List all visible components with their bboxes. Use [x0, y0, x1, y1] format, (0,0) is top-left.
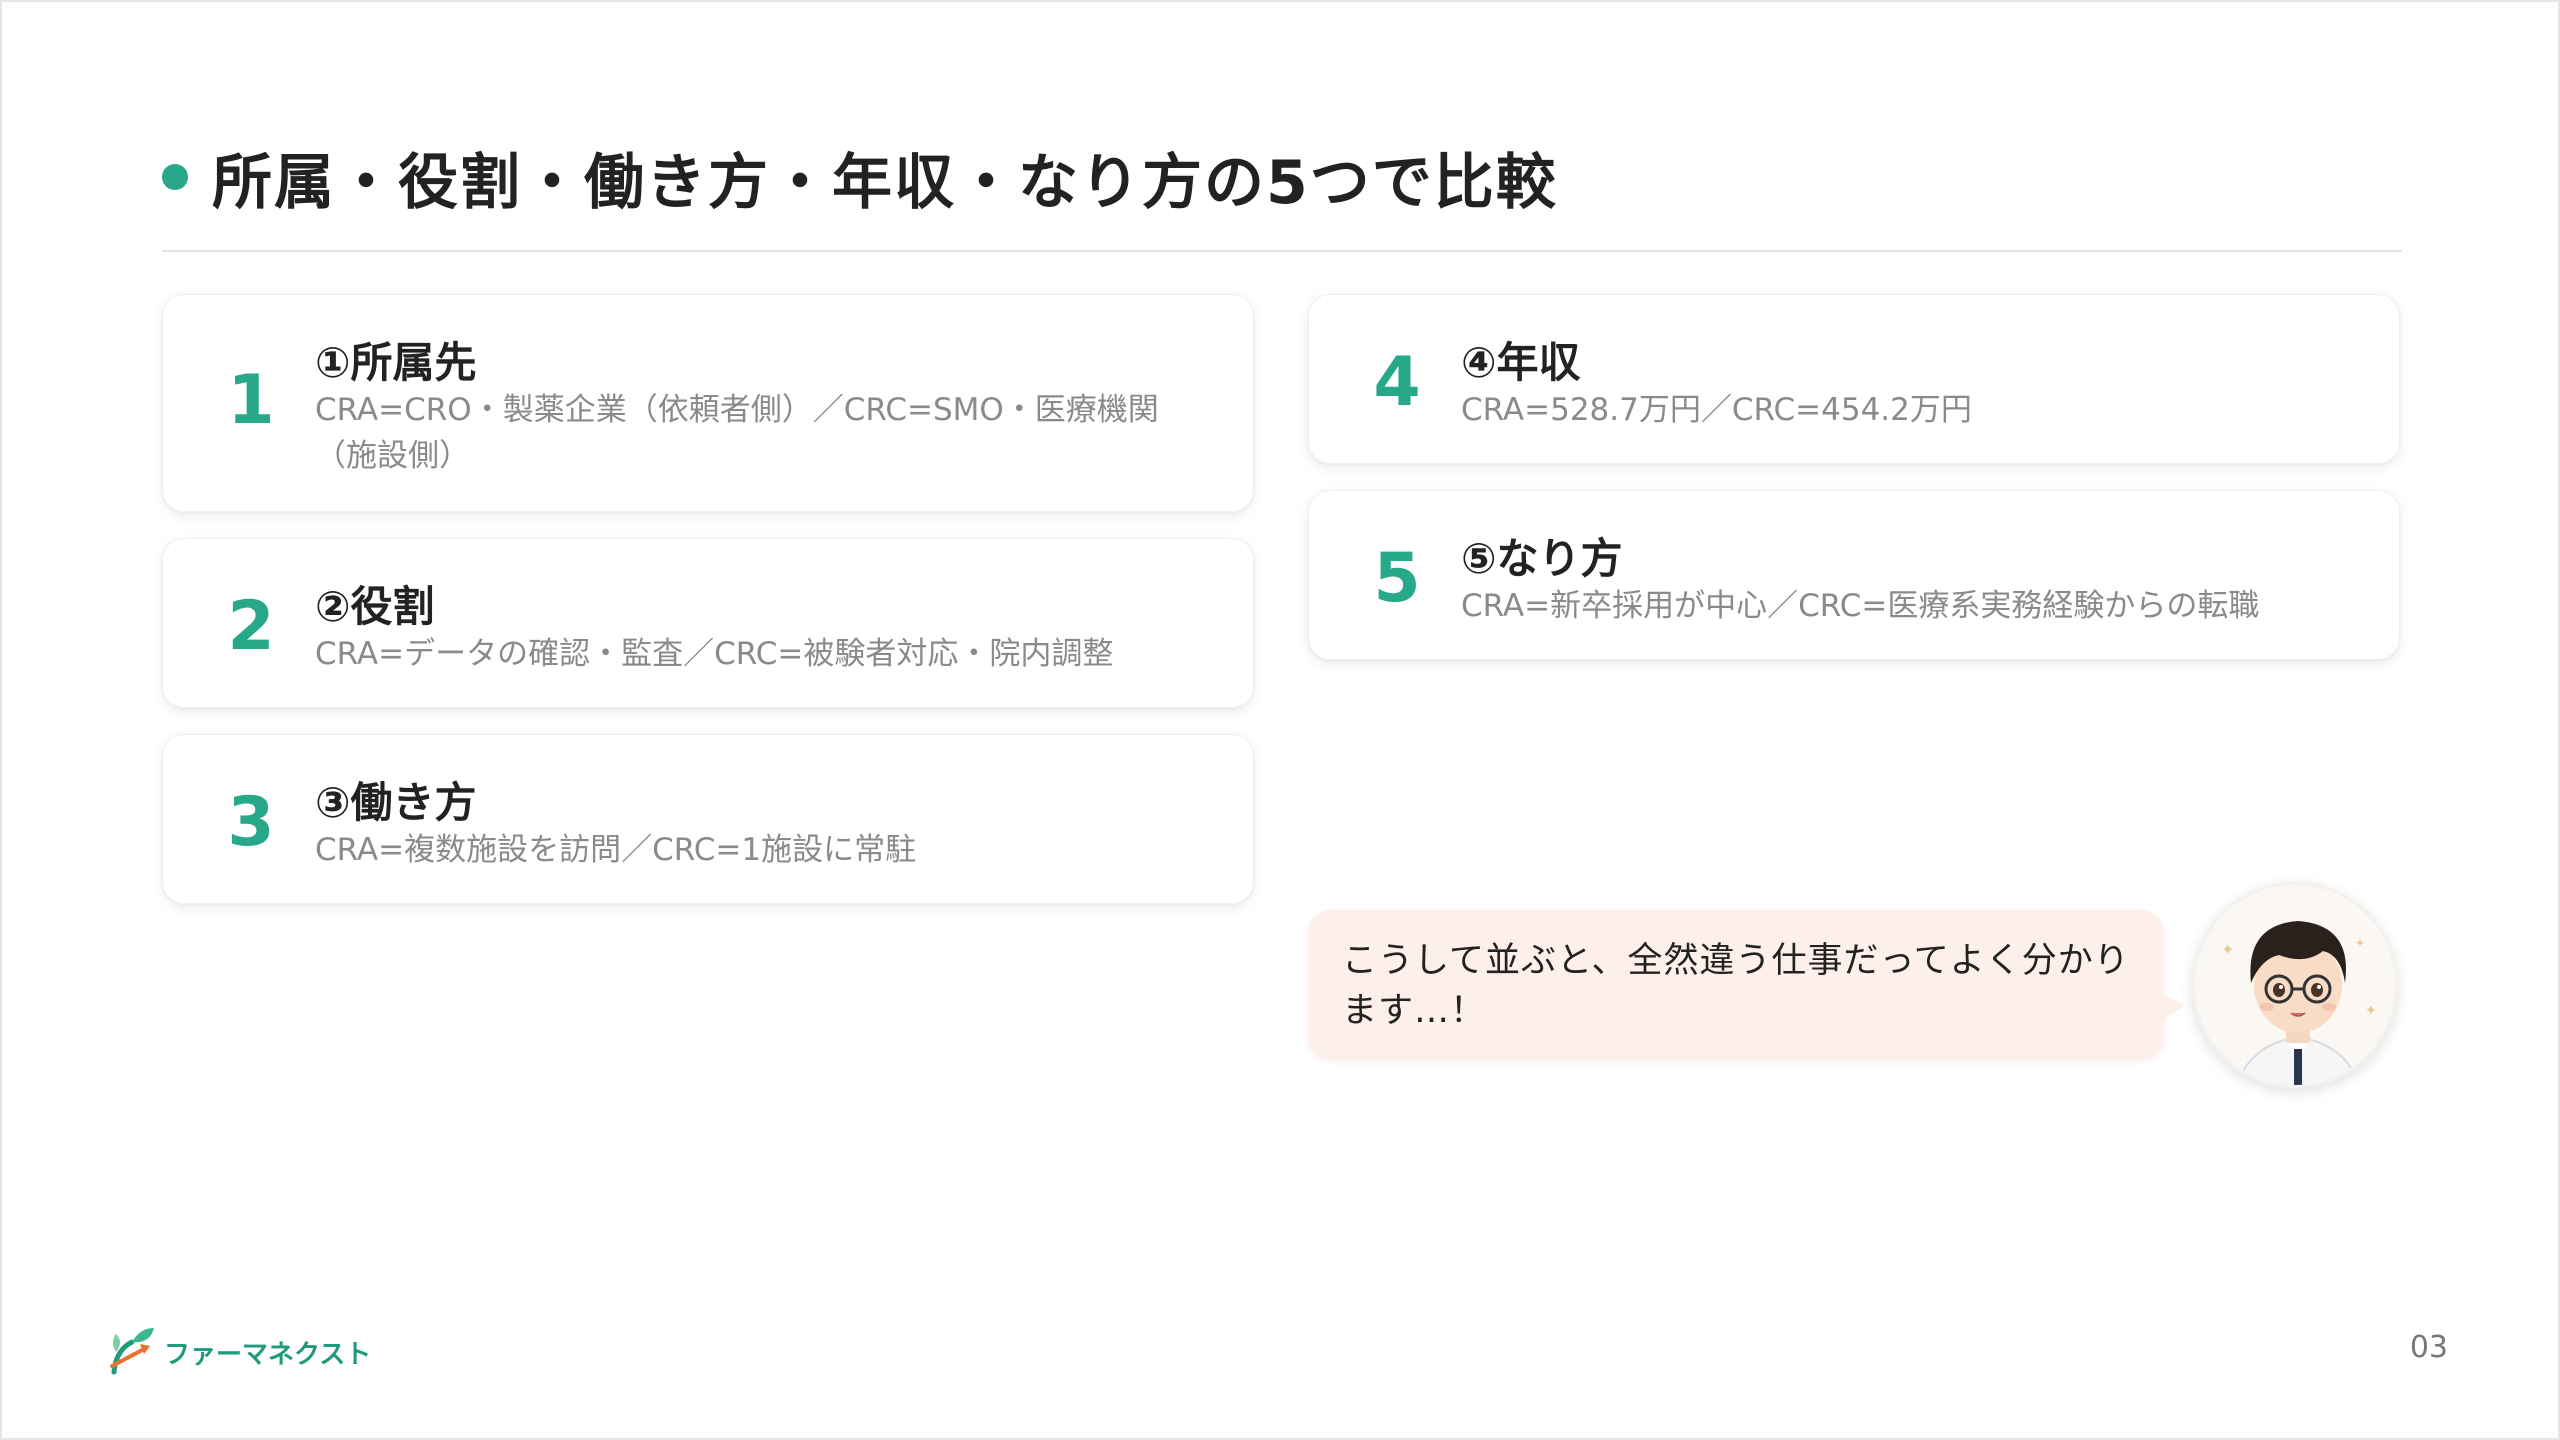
svg-text:✦: ✦ — [2355, 936, 2365, 950]
pharmacist-avatar-icon: ✦ ✦ ✦ — [2192, 882, 2398, 1088]
comparison-card-2: 2 ②役割 CRA=データの確認・監査／CRC=被験者対応・院内調整 — [162, 538, 1254, 708]
comparison-card-4: 4 ④年収 CRA=528.7万円／CRC=454.2万円 — [1308, 294, 2400, 464]
title-divider — [162, 250, 2402, 252]
svg-text:✦: ✦ — [2221, 940, 2234, 959]
card-description: CRA=CRO・製薬企業（依頼者側）／CRC=SMO・医療機関（施設側） — [315, 392, 1159, 474]
card-heading: ③働き方 — [315, 778, 477, 827]
card-description: CRA=複数施設を訪問／CRC=1施設に常駐 — [315, 832, 917, 868]
title-row: 所属・役割・働き方・年収・なり方の5つで比較 — [162, 132, 1558, 222]
comparison-card-3: 3 ③働き方 CRA=複数施設を訪問／CRC=1施設に常駐 — [162, 734, 1254, 904]
card-heading: ①所属先 — [315, 338, 477, 387]
logo-text: ファーマネクスト — [164, 1339, 372, 1370]
speech-bubble: こうして並ぶと、全然違う仕事だってよく分かります…！ — [1308, 910, 2164, 1060]
svg-text:✦: ✦ — [2365, 1003, 2377, 1019]
card-number: 2 — [227, 587, 275, 666]
comparison-card-1: 1 ①所属先 CRA=CRO・製薬企業（依頼者側）／CRC=SMO・医療機関（施… — [162, 294, 1254, 512]
card-number: 5 — [1373, 539, 1421, 618]
card-number: 4 — [1373, 343, 1421, 422]
card-heading: ②役割 — [315, 582, 435, 631]
card-description: CRA=新卒採用が中心／CRC=医療系実務経験からの転職 — [1461, 588, 2260, 624]
page-title: 所属・役割・働き方・年収・なり方の5つで比較 — [212, 147, 1558, 218]
card-description: CRA=データの確認・監査／CRC=被験者対応・院内調整 — [315, 636, 1114, 672]
comparison-card-5: 5 ⑤なり方 CRA=新卒採用が中心／CRC=医療系実務経験からの転職 — [1308, 490, 2400, 660]
speech-bubble-tail — [2162, 992, 2184, 1020]
card-number: 1 — [227, 361, 275, 440]
sprout-arrow-logo-icon — [106, 1322, 158, 1382]
slide: 所属・役割・働き方・年収・なり方の5つで比較 1 ①所属先 CRA=CRO・製薬… — [0, 0, 2560, 1440]
page-number: 03 — [2409, 1330, 2448, 1365]
title-bullet-icon — [162, 164, 188, 190]
card-heading: ④年収 — [1461, 338, 1581, 387]
card-number: 3 — [227, 783, 275, 862]
card-heading: ⑤なり方 — [1461, 534, 1623, 583]
brand-logo: ファーマネクスト — [106, 1322, 371, 1382]
card-description: CRA=528.7万円／CRC=454.2万円 — [1461, 392, 1972, 428]
